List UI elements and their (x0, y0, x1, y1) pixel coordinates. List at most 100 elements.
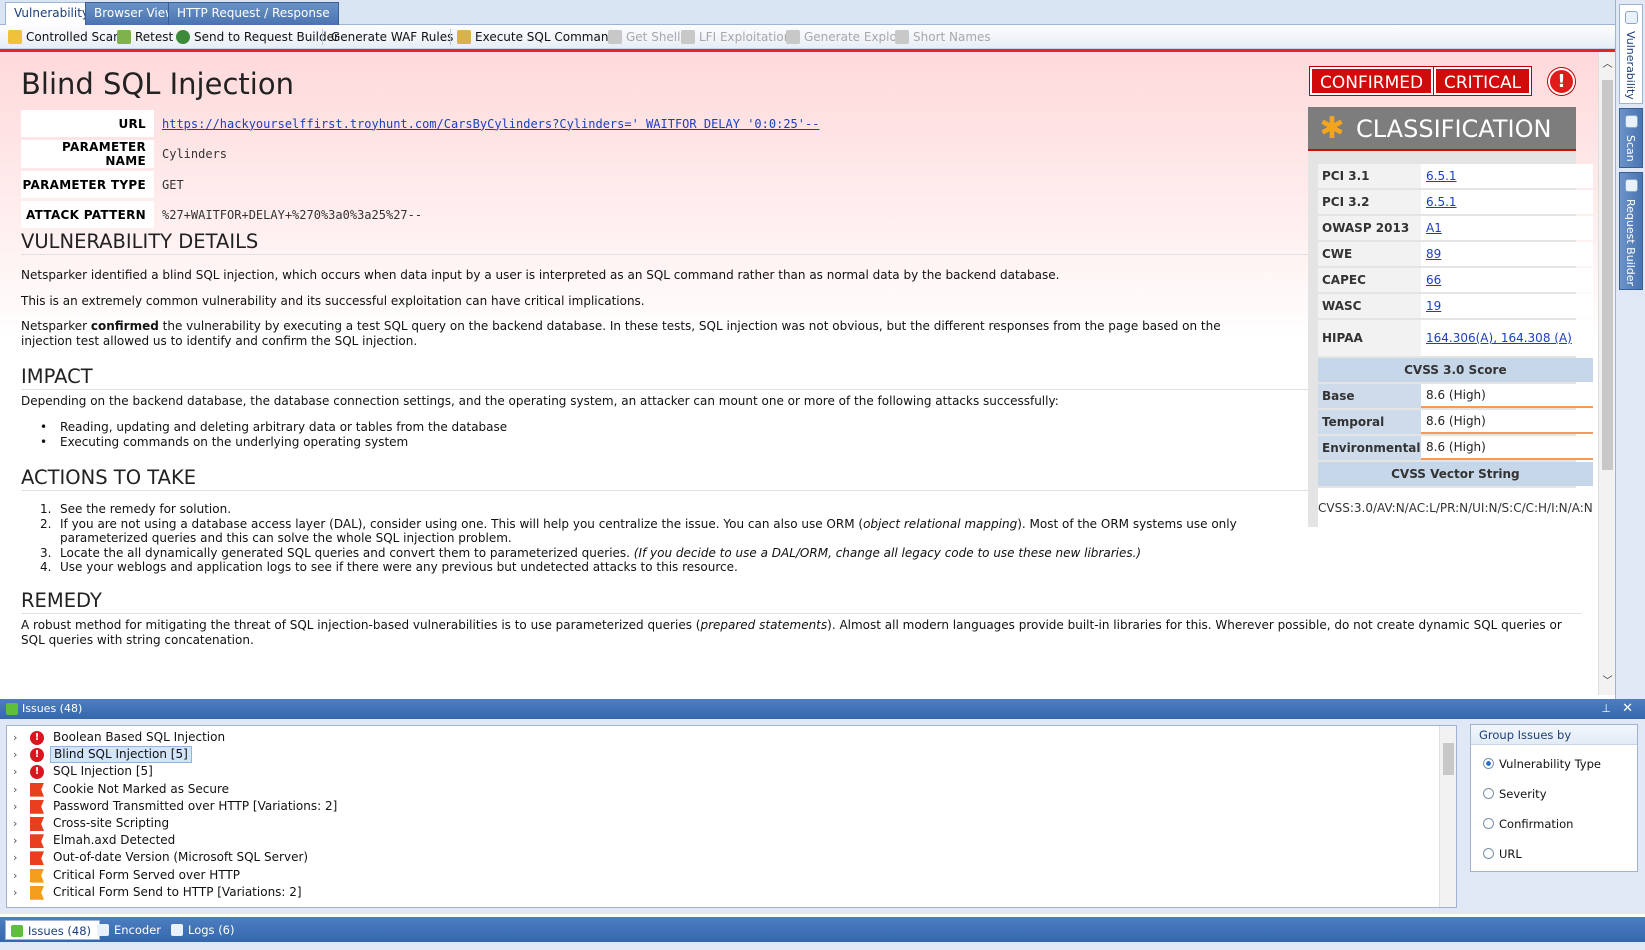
short-names-icon (895, 30, 909, 44)
side-tab-vulnerability[interactable]: Vulnerability (1619, 4, 1643, 104)
scroll-up-icon[interactable]: ︿ (1601, 58, 1614, 72)
group-option-vulnerability-type[interactable]: Vulnerability Type (1483, 757, 1601, 771)
group-option-confirmation[interactable]: Confirmation (1483, 817, 1573, 831)
scroll-down-icon[interactable]: ﹀ (1601, 675, 1614, 689)
issue-label: SQL Injection [5] (53, 764, 153, 779)
chevron-right-icon[interactable]: › (13, 867, 17, 884)
issue-row[interactable]: › Critical Form Send to HTTP [Variations:… (7, 884, 1437, 901)
issue-label: Out-of-date Version (Microsoft SQL Serve… (53, 850, 309, 865)
generate-waf-rules-dropdown[interactable]: Generate WAF Rules ▼ (331, 28, 463, 46)
issues-scrollbar[interactable] (1439, 726, 1456, 907)
exploit-icon (786, 30, 800, 44)
chevron-right-icon[interactable]: › (13, 884, 17, 901)
high-flag-icon (30, 799, 44, 814)
shell-icon (608, 30, 622, 44)
list-item: 3. Locate the all dynamically generated S… (40, 545, 1142, 560)
issue-row[interactable]: › Elmah.axd Detected (7, 832, 1437, 849)
group-option-severity[interactable]: Severity (1483, 787, 1547, 801)
chevron-right-icon[interactable]: › (13, 798, 17, 815)
high-flag-icon (30, 817, 44, 831)
chevron-right-icon[interactable]: › (13, 746, 17, 763)
vulnerability-title: Blind SQL Injection (21, 67, 294, 101)
logs-icon (171, 924, 183, 936)
lfi-icon (681, 30, 695, 44)
chevron-right-icon[interactable]: › (13, 781, 17, 798)
chevron-right-icon[interactable]: › (13, 849, 17, 866)
side-tab-scan[interactable]: Scan (1619, 108, 1643, 168)
pci-32-link[interactable]: 6.5.1 (1426, 195, 1457, 209)
high-flag-icon (30, 851, 44, 866)
issue-label: Password Transmitted over HTTP [Variatio… (53, 798, 338, 813)
high-flag-icon (30, 834, 44, 849)
cvss-environmental-value: 8.6 (High) (1421, 436, 1593, 460)
critical-badge: CRITICAL (1432, 66, 1533, 96)
vulnerable-url-link[interactable]: https://hackyourselffirst.troyhunt.com/C… (162, 117, 819, 131)
tab-issues[interactable]: Issues (48) (5, 920, 100, 940)
remedy-text: A robust method for mitigating the threa… (21, 618, 1562, 647)
critical-icon: ! (30, 765, 44, 780)
cvss-score-heading: CVSS 3.0 Score (1318, 358, 1593, 382)
controlled-scan-button[interactable]: Controlled Scan (8, 28, 121, 46)
tab-logs[interactable]: Logs (6) (166, 920, 242, 940)
sql-icon (457, 30, 471, 44)
radio-icon[interactable] (1483, 788, 1494, 799)
issue-row[interactable]: › Critical Form Served over HTTP (7, 867, 1437, 884)
medium-flag-icon (30, 885, 44, 900)
classification-table: PCI 3.1 6.5.1 PCI 3.2 6.5.1 OWASP 2013 A1 C… (1318, 162, 1593, 530)
tab-encoder[interactable]: Encoder (92, 920, 169, 940)
document-tab-bar: Vulnerability Browser View HTTP Request … (0, 0, 1615, 26)
capec-link[interactable]: 66 (1426, 273, 1441, 287)
parameter-type-value: GET (162, 177, 184, 192)
issue-row[interactable]: › Password Transmitted over HTTP [Variati… (7, 798, 1437, 815)
radio-icon[interactable] (1483, 848, 1494, 859)
generate-exploit-button[interactable]: Generate Exploit (786, 28, 905, 46)
pci-31-link[interactable]: 6.5.1 (1426, 169, 1457, 183)
critical-alert-icon: ! (1548, 68, 1575, 95)
list-item: 2. If you are not using a database access… (40, 516, 1237, 546)
owasp-link[interactable]: A1 (1426, 221, 1442, 235)
chevron-right-icon[interactable]: › (13, 763, 17, 780)
send-to-request-builder-button[interactable]: Send to Request Builder (176, 28, 339, 46)
chevron-right-icon[interactable]: › (13, 832, 17, 849)
scroll-thumb[interactable] (1602, 80, 1613, 470)
get-shell-button[interactable]: Get Shell (608, 28, 680, 46)
impact-heading: IMPACT (21, 365, 1311, 390)
issue-row[interactable]: › Cross-site Scripting (7, 815, 1437, 832)
hipaa-link[interactable]: 164.306(A), 164.308 (A) (1426, 331, 1572, 345)
impact-list: • Reading, updating and deleting arbitrar… (40, 420, 1270, 449)
scroll-thumb[interactable] (1443, 743, 1454, 775)
side-tab-request-builder[interactable]: Request Builder (1619, 172, 1643, 290)
cwe-link[interactable]: 89 (1426, 247, 1441, 261)
issue-row[interactable]: › Cookie Not Marked as Secure (7, 781, 1437, 798)
pin-icon[interactable]: ⊥ (1601, 699, 1611, 719)
classification-header: ✱ CLASSIFICATION (1308, 107, 1576, 151)
close-icon[interactable]: ✕ (1622, 699, 1633, 719)
classification-panel: ✱ CLASSIFICATION PCI 3.1 6.5.1 PCI 3.2 6.5.… (1308, 107, 1593, 528)
retest-button[interactable]: Retest (117, 28, 173, 46)
issue-label: Boolean Based SQL Injection (53, 730, 226, 744)
issues-panel: ›! Boolean Based SQL Injection ›! Blind SQL… (0, 719, 1645, 914)
lfi-exploitation-button[interactable]: LFI Exploitation (681, 28, 791, 46)
short-names-button[interactable]: Short Names (895, 28, 991, 46)
chevron-right-icon[interactable]: › (13, 729, 17, 746)
radio-icon[interactable] (1483, 818, 1494, 829)
cvss-vector-heading: CVSS Vector String (1318, 462, 1593, 486)
radio-selected-icon[interactable] (1483, 758, 1494, 769)
encoder-icon (97, 924, 109, 936)
issue-row[interactable]: ›! Boolean Based SQL Injection (7, 729, 1437, 746)
chevron-right-icon[interactable]: › (13, 815, 17, 832)
actions-heading: ACTIONS TO TAKE (21, 466, 1311, 491)
issue-label: Critical Form Send to HTTP [Variations: … (53, 884, 302, 899)
issue-row[interactable]: ›! Blind SQL Injection [5] (7, 746, 1437, 764)
group-option-url[interactable]: URL (1483, 847, 1522, 861)
issue-row[interactable]: › Out-of-date Version (Microsoft SQL Serv… (7, 849, 1437, 866)
issue-label: Critical Form Served over HTTP (53, 867, 240, 882)
issue-row[interactable]: ›! SQL Injection [5] (7, 763, 1437, 780)
content-scrollbar[interactable]: ︿ ﹀ (1598, 52, 1615, 695)
globe-icon (176, 30, 190, 44)
wasc-link[interactable]: 19 (1426, 299, 1441, 313)
retest-icon (117, 30, 131, 44)
tab-http-request-response[interactable]: HTTP Request / Response (168, 2, 339, 25)
execute-sql-commands-button[interactable]: Execute SQL Commands (457, 28, 622, 46)
medium-flag-icon (30, 868, 44, 883)
